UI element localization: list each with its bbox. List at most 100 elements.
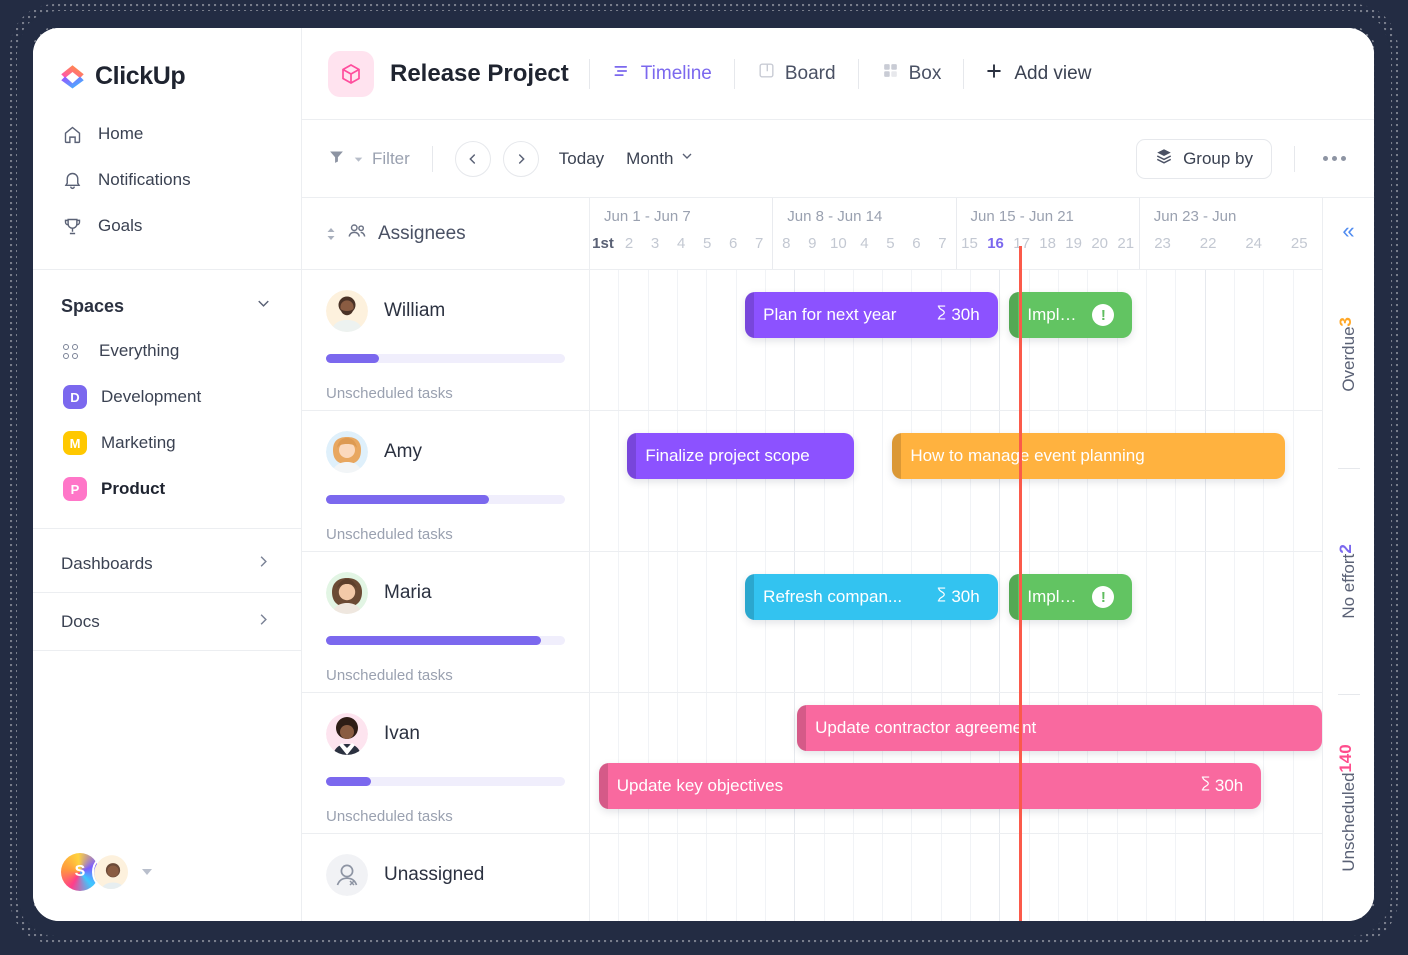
day-tick[interactable]: 10 [825, 231, 851, 269]
row-lane-maria[interactable]: Refresh compan... 30h Imp [590, 552, 1322, 692]
group-by-button[interactable]: Group by [1136, 139, 1272, 179]
sidebar-item-development[interactable]: D Development [33, 374, 301, 420]
unassigned-icon[interactable] [326, 854, 368, 896]
sort-icon[interactable] [326, 228, 336, 240]
add-view-label: Add view [1014, 63, 1091, 85]
unscheduled-tasks-label[interactable]: Unscheduled tasks [326, 808, 565, 825]
add-view-button[interactable]: Add view [964, 61, 1105, 87]
day-tick[interactable]: 19 [1061, 231, 1087, 269]
day-tick[interactable]: 23 [1140, 231, 1186, 269]
stat-unscheduled[interactable]: Unscheduled 140 [1336, 695, 1362, 921]
day-tick[interactable]: 3 [642, 231, 668, 269]
row-lane-ivan[interactable]: Update contractor agreement Update key o… [590, 693, 1322, 833]
day-tick[interactable]: 9 [799, 231, 825, 269]
day-tick[interactable]: 20 [1087, 231, 1113, 269]
chevron-right-icon [254, 552, 273, 576]
day-tick[interactable]: 4 [851, 231, 877, 269]
day-tick[interactable]: 21 [1113, 231, 1139, 269]
day-tick[interactable]: 18 [1035, 231, 1061, 269]
chevron-down-icon[interactable] [254, 294, 273, 318]
chevron-down-icon [679, 148, 695, 169]
avatar[interactable] [326, 572, 368, 614]
day-tick[interactable]: 7 [746, 231, 772, 269]
unscheduled-tasks-label[interactable]: Unscheduled tasks [326, 667, 565, 684]
day-tick[interactable]: 24 [1231, 231, 1277, 269]
day-tick[interactable]: 5 [877, 231, 903, 269]
space-badge-development: D [63, 385, 87, 409]
day-tick[interactable]: 25 [1276, 231, 1322, 269]
space-badge-marketing: M [63, 431, 87, 455]
day-tick[interactable]: 6 [903, 231, 929, 269]
day-tick[interactable]: 7 [929, 231, 955, 269]
assignee[interactable]: Unassigned [326, 854, 565, 896]
sidebar-item-product[interactable]: P Product [33, 466, 301, 512]
chevron-down-icon[interactable] [142, 869, 152, 875]
task-bar[interactable]: Plan for next year 30h [745, 292, 998, 338]
day-tick[interactable]: 6 [720, 231, 746, 269]
unscheduled-tasks-label[interactable]: Unscheduled tasks [326, 385, 565, 402]
day-tick[interactable]: 1st [590, 231, 616, 269]
zoom-level-dropdown[interactable]: Month [626, 148, 695, 169]
home-icon [61, 123, 83, 145]
today-button[interactable]: Today [559, 149, 604, 169]
collapse-panel-icon[interactable]: « [1342, 220, 1354, 242]
task-bar[interactable]: Refresh compan... 30h [745, 574, 998, 620]
tab-board[interactable]: Board [735, 54, 858, 94]
tab-timeline[interactable]: Timeline [590, 54, 734, 94]
sidebar-label-development: Development [101, 387, 201, 407]
day-tick[interactable]: 8 [773, 231, 799, 269]
row-lane-unassigned[interactable] [590, 834, 1322, 921]
avatar[interactable] [326, 290, 368, 332]
stat-no-effort[interactable]: No effort 2 [1336, 469, 1362, 695]
day-tick[interactable]: 22 [1185, 231, 1231, 269]
assignee[interactable]: Ivan [326, 713, 565, 755]
user-account-switcher[interactable]: S [33, 853, 301, 921]
spaces-title: Spaces [61, 296, 124, 317]
tab-box[interactable]: Box [859, 54, 964, 94]
sidebar-item-docs[interactable]: Docs [33, 593, 301, 650]
nav-item-goals[interactable]: Goals [33, 203, 301, 249]
sidebar-label-product: Product [101, 479, 165, 499]
stat-no-effort-count: 2 [1336, 544, 1356, 553]
task-bar[interactable]: Update contractor agreement [797, 705, 1322, 751]
avatar[interactable] [92, 853, 130, 891]
task-title: Finalize project scope [645, 446, 835, 466]
task-bar[interactable]: Finalize project scope [627, 433, 853, 479]
sidebar-label-docs: Docs [61, 612, 100, 632]
task-bar[interactable]: Implem.. ! [1009, 574, 1132, 620]
assignees-column-header[interactable]: Assignees [302, 198, 590, 269]
unscheduled-tasks-label[interactable]: Unscheduled tasks [326, 526, 565, 543]
stat-overdue[interactable]: Overdue 3 [1336, 242, 1362, 468]
task-bar[interactable]: Update key objectives 30h [599, 763, 1261, 809]
sidebar-item-dashboards[interactable]: Dashboards [33, 535, 301, 592]
sidebar-item-everything[interactable]: Everything [33, 328, 301, 374]
day-tick-today[interactable]: 16 [983, 231, 1009, 269]
filter-button[interactable]: Filter [328, 148, 410, 170]
prev-period-button[interactable] [455, 141, 491, 177]
nav-item-home[interactable]: Home [33, 111, 301, 157]
day-tick[interactable]: 15 [957, 231, 983, 269]
assignee[interactable]: William [326, 290, 565, 332]
task-bar[interactable]: How to manage event planning [892, 433, 1284, 479]
screenshot-root: ClickUp Home Notifications [0, 0, 1408, 955]
nav-item-notifications[interactable]: Notifications [33, 157, 301, 203]
assignee-name: Maria [384, 582, 432, 604]
app-logo[interactable]: ClickUp [33, 28, 301, 105]
week-column: Jun 23 - Jun 23 22 24 25 [1140, 198, 1322, 269]
avatar[interactable] [326, 431, 368, 473]
assignee[interactable]: Amy [326, 431, 565, 473]
task-title: Plan for next year [763, 305, 922, 325]
avatar[interactable] [326, 713, 368, 755]
task-bar[interactable]: Implem.. ! [1009, 292, 1132, 338]
day-tick[interactable]: 5 [694, 231, 720, 269]
row-lane-amy[interactable]: Finalize project scope How to manage eve… [590, 411, 1322, 551]
task-title: Update key objectives [617, 776, 1186, 796]
day-tick[interactable]: 4 [668, 231, 694, 269]
spaces-section-header[interactable]: Spaces [33, 276, 301, 328]
assignee[interactable]: Maria [326, 572, 565, 614]
sidebar-item-marketing[interactable]: M Marketing [33, 420, 301, 466]
row-lane-william[interactable]: Plan for next year 30h Im [590, 270, 1322, 410]
day-tick[interactable]: 2 [616, 231, 642, 269]
more-options-button[interactable] [1317, 156, 1352, 161]
next-period-button[interactable] [503, 141, 539, 177]
